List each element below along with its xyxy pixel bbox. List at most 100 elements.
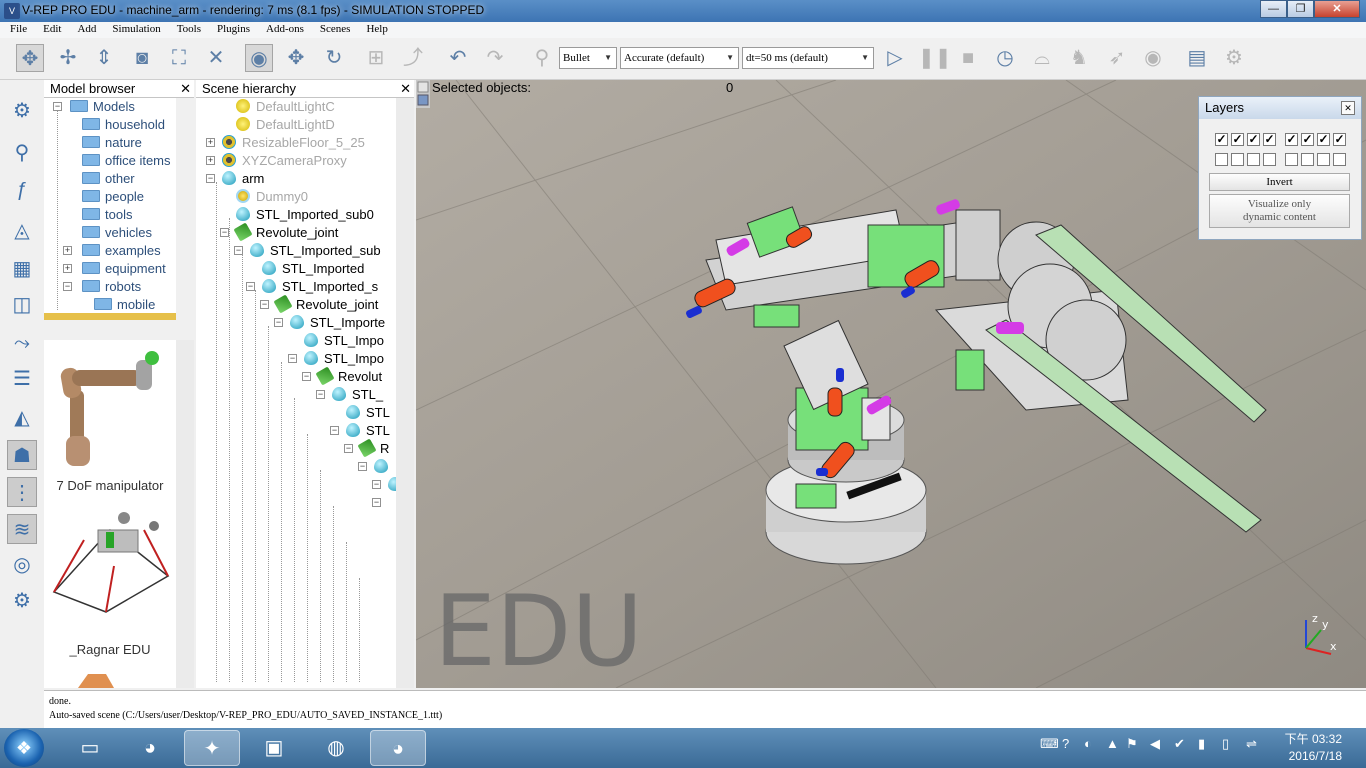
hierarchy-item[interactable]: STL_Impo (304, 332, 384, 350)
path-edit-icon[interactable]: ⤳ (7, 328, 37, 358)
hierarchy-item[interactable]: XYZCameraProxy (222, 152, 347, 170)
scene-hierarchy-close-icon[interactable]: ✕ (400, 80, 411, 98)
hierarchy-item[interactable]: STL_Imported_sub (250, 242, 381, 260)
undo-icon[interactable]: ↶ (444, 44, 472, 72)
selection-icon[interactable]: ☰ (7, 364, 37, 394)
layer-checkbox[interactable] (1215, 153, 1228, 166)
hierarchy-expander[interactable]: − (302, 372, 311, 381)
layer-checkbox[interactable] (1231, 153, 1244, 166)
tree-item-models[interactable]: Models (70, 98, 135, 116)
hierarchy-expander[interactable]: + (206, 156, 215, 165)
layer-checkbox[interactable]: ✓ (1285, 133, 1298, 146)
security-icon[interactable]: ✔ (1174, 736, 1185, 752)
menu-plugins[interactable]: Plugins (207, 22, 256, 38)
menu-file[interactable]: File (0, 22, 33, 38)
shape-edit-icon[interactable]: ◫ (7, 290, 37, 320)
hierarchy-item[interactable]: Revolute_joint (273, 294, 378, 314)
layer-checkbox[interactable]: ✓ (1301, 133, 1314, 146)
menu-simulation[interactable]: Simulation (102, 22, 166, 38)
usb-icon[interactable]: ⇌ (1246, 736, 1257, 752)
hierarchy-expander[interactable]: + (206, 138, 215, 147)
tree-item-household[interactable]: household (82, 116, 165, 134)
tree-item-other[interactable]: other (82, 170, 135, 188)
tree-item-mobile[interactable]: mobile (94, 296, 155, 314)
network-icon[interactable]: ▮ (1198, 736, 1205, 752)
camera-rotate-icon[interactable]: ✢ (54, 44, 82, 72)
speed-up-rabbit-icon[interactable]: ♞ (1065, 44, 1093, 72)
slow-down-turtle-icon[interactable]: ⌓ (1028, 44, 1056, 72)
chrome-window-icon[interactable]: ◕ (370, 730, 426, 766)
layer-checkbox[interactable]: ✓ (1247, 133, 1260, 146)
camera-angle-icon[interactable]: ◙ (128, 44, 156, 72)
hierarchy-item[interactable]: STL_Importe (290, 314, 385, 332)
hierarchy-item[interactable] (388, 476, 396, 494)
help-icon[interactable]: ? (1062, 736, 1069, 751)
hierarchy-expander[interactable]: − (288, 354, 297, 363)
layer-checkbox[interactable] (1285, 153, 1298, 166)
system-clock[interactable]: 下午 03:32 2016/7/18 (1285, 731, 1342, 765)
hierarchy-expander[interactable]: − (372, 480, 381, 489)
video-recorder-icon[interactable]: ◎ (7, 550, 37, 580)
menu-edit[interactable]: Edit (33, 22, 67, 38)
show-hidden-icons[interactable]: ▲ (1106, 736, 1119, 751)
user-settings-icon[interactable]: ⚙ (1220, 44, 1248, 72)
tree-item-nature[interactable]: nature (82, 134, 142, 152)
dragonfly-icon[interactable]: ✕ (202, 44, 230, 72)
layers-close-icon[interactable]: ✕ (1341, 101, 1355, 115)
object-shift-icon[interactable]: ✥ (282, 44, 310, 72)
tree-item-vehicles[interactable]: vehicles (82, 224, 152, 242)
hierarchy-expander[interactable]: − (220, 228, 229, 237)
visualize-dynamic-button[interactable]: Visualize only dynamic content (1209, 194, 1350, 228)
stop-icon[interactable]: ■ (954, 44, 982, 72)
tree-item-people[interactable]: people (82, 188, 144, 206)
pause-icon[interactable]: ❚❚ (918, 44, 952, 72)
hierarchy-item[interactable]: STL_Imported (262, 260, 364, 278)
hierarchy-expander[interactable]: − (372, 498, 381, 507)
hierarchy-item[interactable]: Revolut (315, 366, 382, 386)
menu-add[interactable]: Add (67, 22, 102, 38)
input-method-icon[interactable]: ◐ (1084, 736, 1092, 751)
scene-hierarchy-scrollbar[interactable] (396, 98, 414, 688)
scripts-icon[interactable]: ▦ (7, 254, 37, 284)
calculation-modules-icon[interactable]: ⚲ (7, 138, 37, 168)
scene-hierarchy-toggle-icon[interactable]: ⋮ (7, 477, 37, 507)
user-settings-left-icon[interactable]: ⚙ (7, 586, 37, 616)
camera-shift-icon[interactable]: ⇕ (90, 44, 118, 72)
layer-checkbox[interactable]: ✓ (1231, 133, 1244, 146)
tree-expander[interactable]: − (63, 282, 72, 291)
fit-to-view-icon[interactable]: ⛶ (165, 44, 193, 72)
hierarchy-item[interactable]: Dummy0 (236, 188, 308, 206)
primitives-icon[interactable]: ◭ (7, 403, 37, 433)
hierarchy-expander[interactable]: − (260, 300, 269, 309)
hierarchy-expander[interactable]: − (358, 462, 367, 471)
menu-tools[interactable]: Tools (167, 22, 207, 38)
tree-expander[interactable]: + (63, 264, 72, 273)
minimize-button[interactable]: — (1260, 0, 1287, 18)
menu-scenes[interactable]: Scenes (310, 22, 357, 38)
scene-selector-icon[interactable]: ▤ (1183, 44, 1211, 72)
collections-icon[interactable]: ◬ (7, 216, 37, 246)
function-icon[interactable]: ƒ (7, 175, 37, 205)
accuracy-select[interactable]: Accurate (default) (620, 47, 739, 69)
maximize-button[interactable]: ❐ (1287, 0, 1314, 18)
hierarchy-item[interactable]: ResizableFloor_5_25 (222, 134, 365, 152)
object-rotate-icon[interactable]: ↻ (320, 44, 348, 72)
invert-button[interactable]: Invert (1209, 173, 1350, 191)
layers-toggle-icon[interactable]: ≋ (7, 514, 37, 544)
action-center-icon[interactable]: ⚑ (1126, 736, 1138, 752)
hierarchy-item[interactable]: STL_Imported_sub0 (236, 206, 374, 224)
layer-checkbox[interactable] (1247, 153, 1260, 166)
hierarchy-expander[interactable]: − (274, 318, 283, 327)
chrome-icon[interactable]: ◕ (122, 730, 178, 766)
camera-pan-icon[interactable]: ✥ (16, 44, 44, 72)
hierarchy-item[interactable]: STL_Imported_s (262, 278, 378, 296)
vrep-taskbar-icon[interactable]: ✦ (184, 730, 240, 766)
tree-expander[interactable]: + (63, 246, 72, 255)
hierarchy-item[interactable]: DefaultLightD (236, 116, 335, 134)
timestep-select[interactable]: dt=50 ms (default) (742, 47, 874, 69)
start-button[interactable] (4, 729, 44, 767)
model-browser-scrollbar[interactable] (44, 313, 176, 320)
hierarchy-expander[interactable]: − (330, 426, 339, 435)
layer-checkbox[interactable]: ✓ (1215, 133, 1228, 146)
hierarchy-expander[interactable]: − (344, 444, 353, 453)
